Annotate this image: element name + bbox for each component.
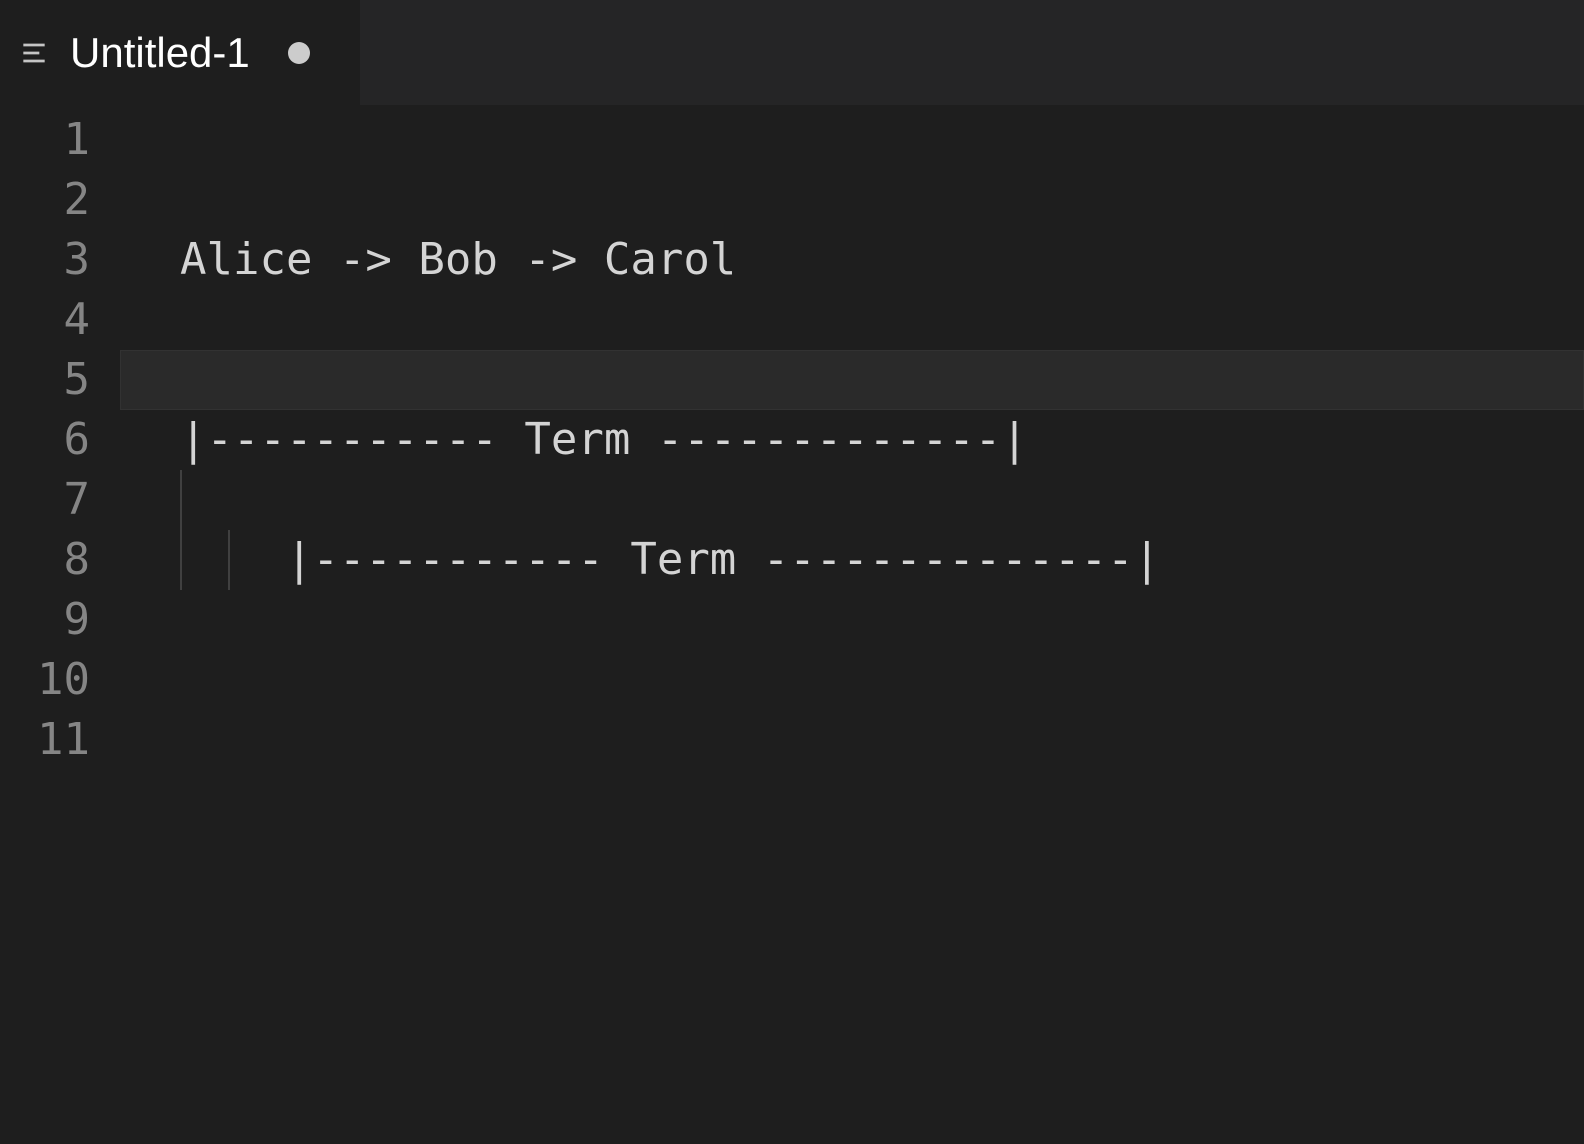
line-number[interactable]: 1 bbox=[0, 110, 120, 170]
code-line[interactable] bbox=[120, 710, 1584, 770]
line-number[interactable]: 10 bbox=[0, 650, 120, 710]
line-number[interactable]: 6 bbox=[0, 410, 120, 470]
code-line[interactable] bbox=[120, 170, 1584, 230]
code-line[interactable] bbox=[120, 590, 1584, 650]
tab-title: Untitled-1 bbox=[70, 29, 250, 77]
line-number[interactable]: 3 bbox=[0, 230, 120, 290]
code-line[interactable]: |----------- Term -------------| bbox=[120, 410, 1584, 470]
code-line[interactable]: |----------- Term --------------| bbox=[120, 530, 1584, 590]
line-number[interactable]: 2 bbox=[0, 170, 120, 230]
line-number[interactable]: 8 bbox=[0, 530, 120, 590]
code-line[interactable] bbox=[120, 290, 1584, 350]
tab-bar: Untitled-1 bbox=[0, 0, 1584, 105]
line-number[interactable]: 7 bbox=[0, 470, 120, 530]
code-area[interactable]: Alice -> Bob -> Carol |----------- Term … bbox=[120, 105, 1584, 1144]
editor: 1 2 3 4 5 6 7 8 9 10 11 Alice -> Bob -> … bbox=[0, 105, 1584, 1144]
file-icon bbox=[18, 37, 50, 69]
code-line[interactable] bbox=[120, 650, 1584, 710]
dirty-indicator-icon[interactable] bbox=[288, 42, 310, 64]
code-line[interactable] bbox=[120, 110, 1584, 170]
line-number-gutter: 1 2 3 4 5 6 7 8 9 10 11 bbox=[0, 105, 120, 1144]
line-number[interactable]: 9 bbox=[0, 590, 120, 650]
line-number[interactable]: 5 bbox=[0, 350, 120, 410]
line-number[interactable]: 11 bbox=[0, 710, 120, 770]
line-number[interactable]: 4 bbox=[0, 290, 120, 350]
code-line-active[interactable] bbox=[120, 350, 1584, 410]
tab-untitled[interactable]: Untitled-1 bbox=[0, 0, 360, 105]
code-line[interactable]: Alice -> Bob -> Carol bbox=[120, 230, 1584, 290]
code-line[interactable] bbox=[120, 470, 1584, 530]
